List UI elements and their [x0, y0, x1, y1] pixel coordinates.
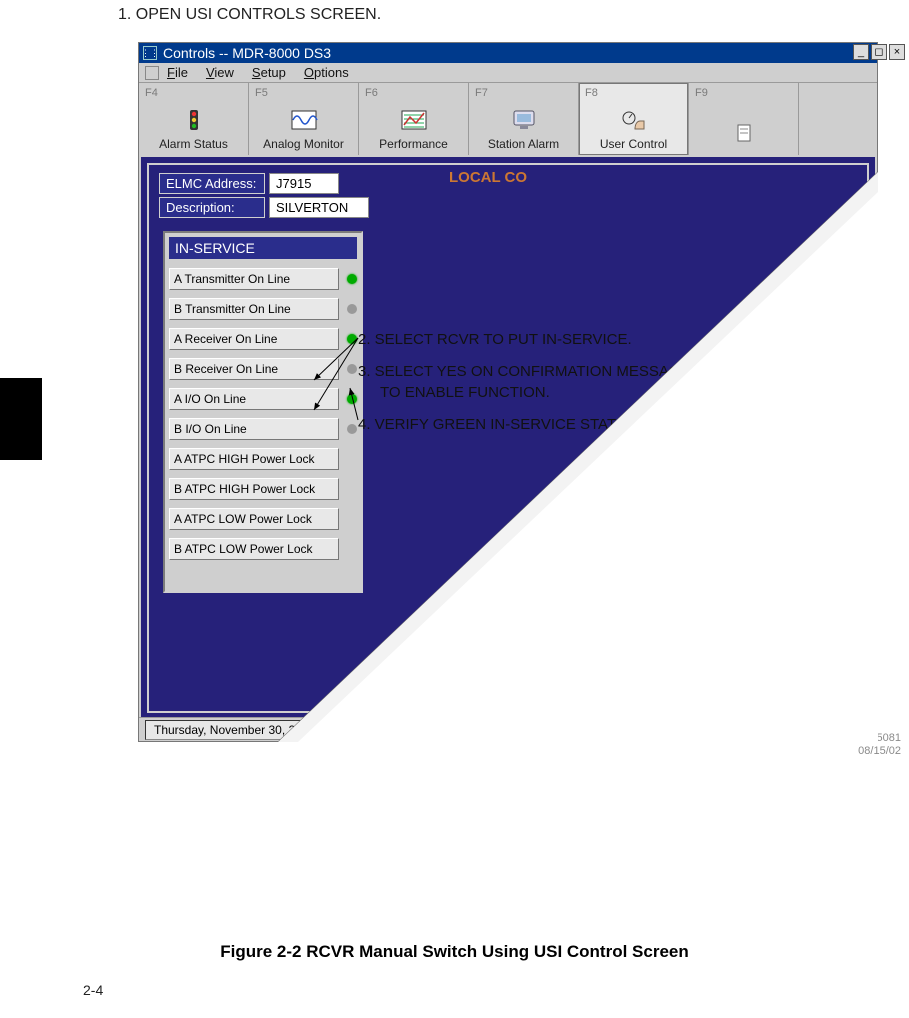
fkey-f7: F7	[475, 87, 488, 99]
description-label: Description:	[159, 197, 265, 218]
fkey-f4: F4	[145, 87, 158, 99]
fkey-f8: F8	[585, 87, 598, 99]
tool-label: Analog Monitor	[263, 137, 344, 151]
btn-b-atpc-high-power-lock[interactable]: B ATPC HIGH Power Lock	[169, 478, 339, 500]
row-a-transmitter: A Transmitter On Line	[169, 267, 357, 291]
row-a-receiver: A Receiver On Line	[169, 327, 357, 351]
tool-label: Alarm Status	[159, 137, 228, 151]
app-icon: ⋮⋮	[143, 46, 157, 60]
document-icon	[730, 123, 758, 145]
menu-file[interactable]: File	[167, 65, 188, 80]
step-3b-text: TO ENABLE FUNCTION.	[358, 383, 777, 403]
document-id: LMW-5081 08/15/02	[847, 732, 901, 758]
step-1-text: 1. OPEN USI CONTROLS SCREEN.	[118, 6, 381, 24]
row-b-io: B I/O On Line	[169, 417, 357, 441]
row-a-atpc-low: A ATPC LOW Power Lock	[169, 507, 357, 531]
btn-b-io-on-line[interactable]: B I/O On Line	[169, 418, 339, 440]
btn-b-atpc-low-power-lock[interactable]: B ATPC LOW Power Lock	[169, 538, 339, 560]
tool-label: User Control	[600, 137, 667, 151]
tool-label: Performance	[379, 137, 448, 151]
btn-a-receiver-on-line[interactable]: A Receiver On Line	[169, 328, 339, 350]
doc-code: LMW-5081	[847, 732, 901, 744]
btn-a-io-on-line[interactable]: A I/O On Line	[169, 388, 339, 410]
tool-label: Station Alarm	[488, 137, 559, 151]
fkey-f5: F5	[255, 87, 268, 99]
side-tab	[0, 378, 42, 460]
step-2-text: 2. SELECT RCVR TO PUT IN-SERVICE.	[358, 330, 777, 350]
row-b-atpc-low: B ATPC LOW Power Lock	[169, 537, 357, 561]
window-title: Controls -- MDR-8000 DS3	[163, 45, 331, 61]
window-close-icon[interactable]: ×	[889, 44, 905, 60]
row-b-atpc-high: B ATPC HIGH Power Lock	[169, 477, 357, 501]
doc-date: 08/15/02	[858, 745, 901, 757]
description-value: SILVERTON	[269, 197, 369, 218]
row-a-atpc-high: A ATPC HIGH Power Lock	[169, 447, 357, 471]
tool-alarm-status[interactable]: F4 Alarm Status	[139, 83, 249, 155]
menu-bar: File View Setup Options	[139, 63, 877, 83]
fkey-f6: F6	[365, 87, 378, 99]
panel-title: IN-SERVICE	[169, 237, 357, 259]
status-dot-icon	[347, 424, 357, 434]
status-date: Thursday, November 30, 2000	[145, 720, 324, 740]
row-b-transmitter: B Transmitter On Line	[169, 297, 357, 321]
menu-view[interactable]: View	[206, 65, 234, 80]
btn-a-atpc-high-power-lock[interactable]: A ATPC HIGH Power Lock	[169, 448, 339, 470]
row-b-receiver: B Receiver On Line	[169, 357, 357, 381]
status-dot-icon	[347, 394, 357, 404]
toolbar: F4 Alarm Status F5 Analog Monitor F6 Per…	[139, 83, 877, 155]
step-3-text: 3. SELECT YES ON CONFIRMATION MESSAGE	[358, 362, 777, 382]
elmc-address-label: ELMC Address:	[159, 173, 265, 194]
traffic-light-icon	[180, 109, 208, 131]
row-a-io: A I/O On Line	[169, 387, 357, 411]
chart-icon	[400, 109, 428, 131]
tool-user-control[interactable]: F8 User Control	[579, 83, 689, 155]
elmc-address-value: J7915	[269, 173, 339, 194]
in-service-panel: IN-SERVICE A Transmitter On Line B Trans…	[163, 231, 363, 593]
status-dot-icon	[347, 274, 357, 284]
menu-lead-icon	[145, 66, 159, 80]
btn-a-transmitter-on-line[interactable]: A Transmitter On Line	[169, 268, 339, 290]
status-bar: Thursday, November 30, 2000	[139, 717, 877, 741]
oscilloscope-icon	[290, 109, 318, 131]
local-header: LOCAL CO	[449, 169, 527, 186]
menu-options[interactable]: Options	[304, 65, 349, 80]
btn-b-receiver-on-line[interactable]: B Receiver On Line	[169, 358, 339, 380]
title-bar: ⋮⋮ Controls -- MDR-8000 DS3	[139, 43, 877, 63]
menu-setup[interactable]: Setup	[252, 65, 286, 80]
tool-f9[interactable]: F9	[689, 83, 799, 155]
fkey-f9: F9	[695, 87, 708, 99]
window-maximize-icon[interactable]: ◻	[871, 44, 887, 60]
status-dot-icon	[347, 364, 357, 374]
page-number: 2-4	[83, 982, 103, 998]
tool-performance[interactable]: F6 Performance	[359, 83, 469, 155]
hand-dial-icon	[620, 109, 648, 131]
window-minimize-icon[interactable]: _	[853, 44, 869, 60]
figure-caption: Figure 2-2 RCVR Manual Switch Using USI …	[0, 942, 909, 962]
step-4-text: 4. VERIFY GREEN IN-SERVICE STATUS CIRCLE…	[358, 415, 777, 435]
tool-analog-monitor[interactable]: F5 Analog Monitor	[249, 83, 359, 155]
status-dot-icon	[347, 334, 357, 344]
tool-station-alarm[interactable]: F7 Station Alarm	[469, 83, 579, 155]
btn-b-transmitter-on-line[interactable]: B Transmitter On Line	[169, 298, 339, 320]
monitor-icon	[510, 109, 538, 131]
status-dot-icon	[347, 304, 357, 314]
btn-a-atpc-low-power-lock[interactable]: A ATPC LOW Power Lock	[169, 508, 339, 530]
